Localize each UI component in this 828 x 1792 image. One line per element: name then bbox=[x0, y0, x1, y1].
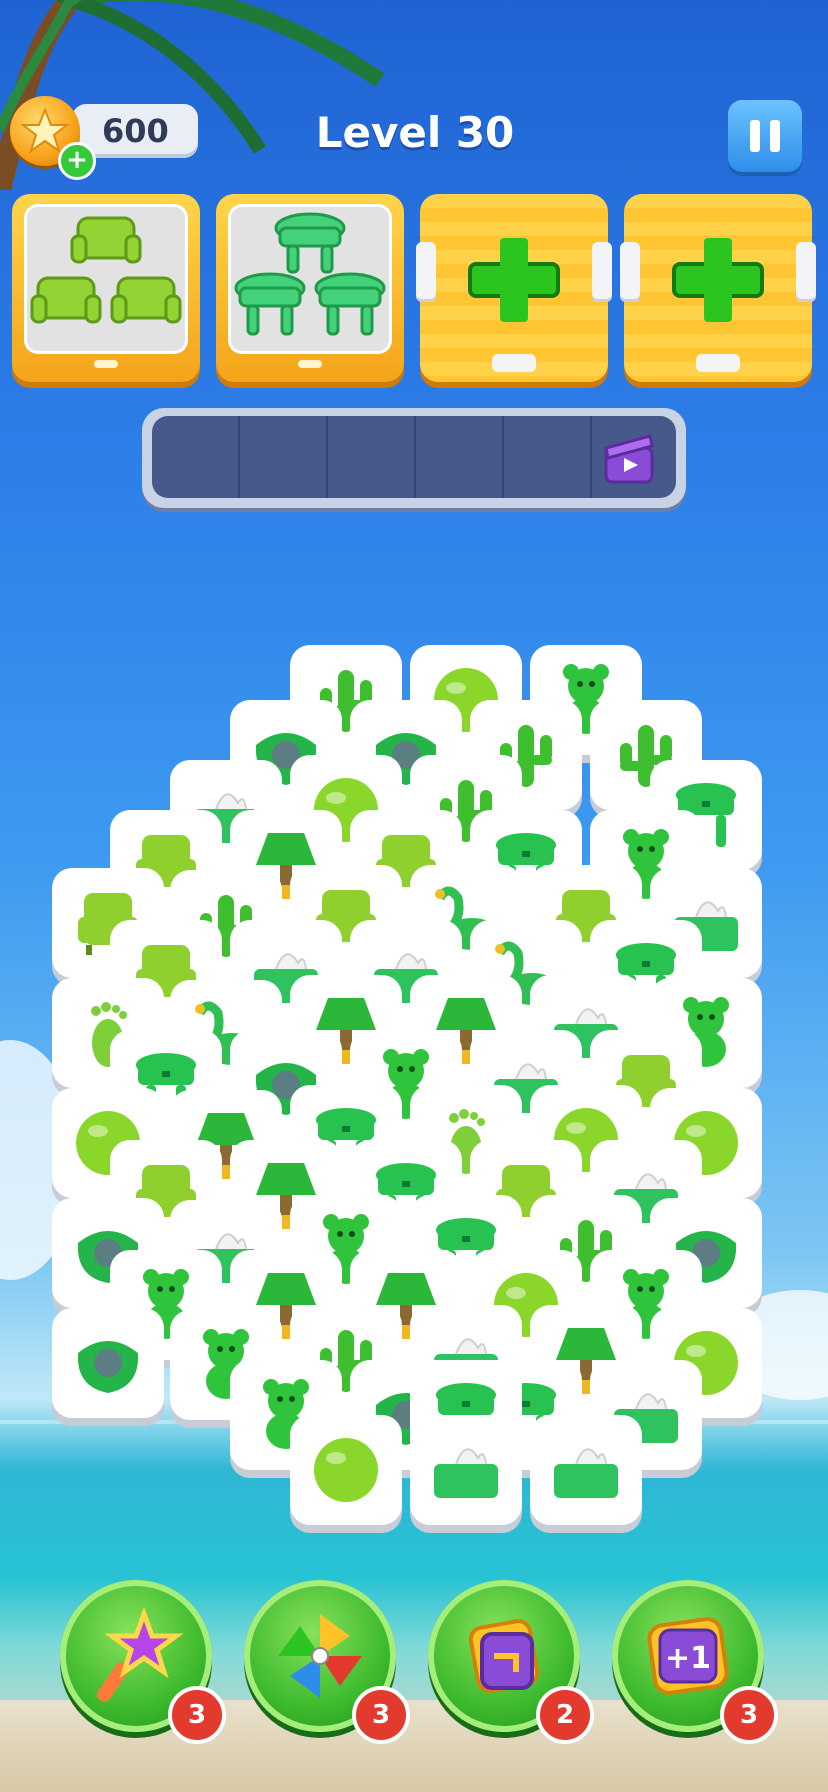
tile-board bbox=[0, 0, 828, 1792]
tile-ring[interactable] bbox=[52, 1308, 164, 1418]
game-screen: 600 + Level 30 3 3 2 +1 3 bbox=[0, 0, 828, 1792]
undo-cards-icon bbox=[468, 1619, 540, 1693]
tile-ball[interactable] bbox=[290, 1415, 402, 1525]
undo-booster[interactable]: 2 bbox=[428, 1580, 594, 1744]
pinwheel-icon bbox=[278, 1614, 362, 1698]
tissue-icon bbox=[426, 1430, 506, 1510]
shuffle-pinwheel-booster[interactable]: 3 bbox=[244, 1580, 410, 1744]
tissue-icon bbox=[546, 1430, 626, 1510]
svg-text:+1: +1 bbox=[665, 1641, 711, 1676]
booster-count-badge: 3 bbox=[168, 1686, 226, 1744]
ring-icon bbox=[68, 1323, 148, 1403]
plus-one-booster[interactable]: +1 3 bbox=[612, 1580, 778, 1744]
booster-count-badge: 3 bbox=[352, 1686, 410, 1744]
magic-wand-booster[interactable]: 3 bbox=[60, 1580, 226, 1744]
ball-icon bbox=[306, 1430, 386, 1510]
plus-one-icon: +1 bbox=[647, 1617, 729, 1695]
booster-count-badge: 2 bbox=[536, 1686, 594, 1744]
tile-tissue[interactable] bbox=[530, 1415, 642, 1525]
tile-tissue[interactable] bbox=[410, 1415, 522, 1525]
booster-count-badge: 3 bbox=[720, 1686, 778, 1744]
magic-wand-icon bbox=[97, 1606, 184, 1702]
